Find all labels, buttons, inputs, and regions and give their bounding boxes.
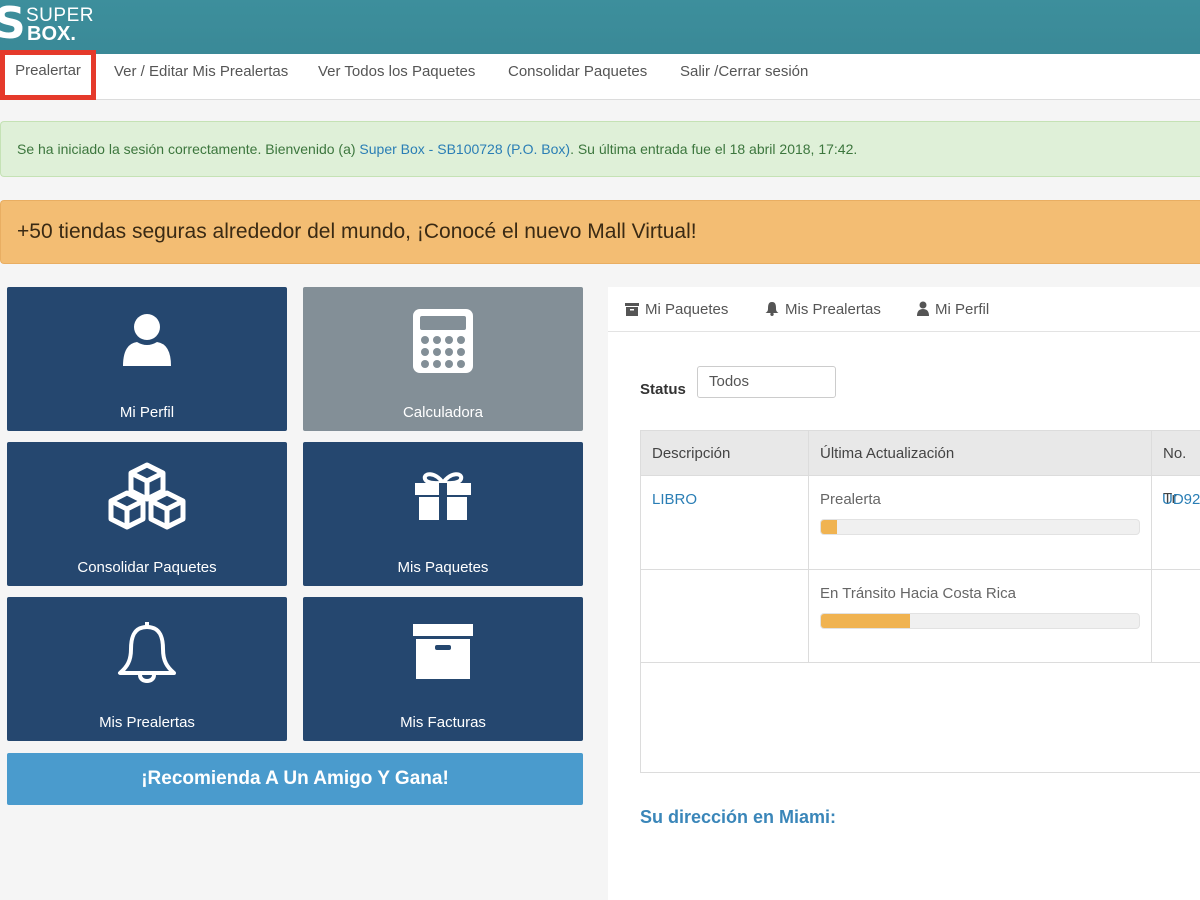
package-progress-bar: [820, 519, 1140, 535]
tile-mis-paquetes[interactable]: Mis Paquetes: [303, 442, 583, 586]
tile-mis-prealertas[interactable]: Mis Prealertas: [7, 597, 287, 741]
calculator-icon: [413, 309, 473, 373]
recomienda-amigo-button[interactable]: ¡Recomienda A Un Amigo Y Gana!: [7, 753, 583, 805]
nav-consolidar-paquetes[interactable]: Consolidar Paquetes: [508, 54, 647, 100]
tab-mis-prealertas[interactable]: Mis Prealertas: [765, 287, 881, 332]
tile-label: Mis Facturas: [400, 714, 486, 731]
tile-label: Mis Paquetes: [397, 559, 489, 576]
packages-panel: Mi Paquetes Mis Prealertas Mi Perfil Sta…: [608, 287, 1200, 900]
package-tracking-link[interactable]: UD92: [1162, 491, 1200, 508]
package-description-link[interactable]: LIBRO: [652, 491, 697, 508]
package-status-text: Prealerta: [820, 491, 881, 508]
tile-label: Calculadora: [402, 404, 484, 421]
logo-letter: S: [0, 0, 26, 49]
column-header-tracking: No. Tr: [1152, 431, 1200, 507]
tab-mi-paquetes[interactable]: Mi Paquetes: [625, 287, 728, 332]
user-icon: [917, 301, 929, 316]
progress-fill: [821, 614, 911, 628]
tab-mi-perfil[interactable]: Mi Perfil: [917, 287, 989, 332]
user-icon: [123, 314, 171, 366]
gift-icon: [415, 472, 471, 521]
alert-suffix: . Su última entrada fue el 18 abril 2018…: [570, 141, 858, 157]
main-nav: Prealertar Ver / Editar Mis Prealertas V…: [0, 50, 1200, 100]
tab-label: Mi Paquetes: [645, 301, 729, 318]
row-divider: [641, 662, 1200, 663]
column-header-descripcion: Descripción: [641, 431, 809, 476]
tile-calculadora[interactable]: Calculadora: [303, 287, 583, 431]
row-divider: [641, 569, 1200, 570]
miami-address-heading: Su dirección en Miami:: [640, 807, 837, 827]
top-bar: S SUPER BOX.: [0, 0, 1200, 54]
status-select[interactable]: Todos: [697, 366, 836, 398]
archive-icon: [625, 303, 639, 316]
bell-icon: [118, 622, 176, 683]
package-progress-bar: [820, 613, 1140, 629]
alert-user-link[interactable]: Super Box - SB100728 (P.O. Box): [359, 141, 570, 157]
login-success-alert: Se ha iniciado la sesión correctamente. …: [0, 121, 1200, 177]
tile-mis-facturas[interactable]: Mis Facturas: [303, 597, 583, 741]
tile-mi-perfil[interactable]: Mi Perfil: [7, 287, 287, 431]
packages-table: Descripción Última Actualización No. Tr …: [640, 430, 1200, 773]
tile-consolidar-paquetes[interactable]: Consolidar Paquetes: [7, 442, 287, 586]
panel-tabs: Mi Paquetes Mis Prealertas Mi Perfil: [608, 287, 1200, 332]
archive-icon: [413, 624, 473, 679]
tile-label: Mis Prealertas: [99, 714, 195, 731]
mall-virtual-banner[interactable]: +50 tiendas seguras alrededor del mundo,…: [0, 200, 1200, 264]
nav-ver-editar-prealertas[interactable]: Ver / Editar Mis Prealertas: [114, 54, 288, 100]
progress-fill: [821, 520, 837, 534]
cubes-icon: [108, 462, 186, 530]
column-divider: [808, 431, 809, 663]
package-status-text: En Tránsito Hacia Costa Rica: [820, 585, 1016, 602]
logo-box-text: BOX.: [27, 23, 76, 45]
column-header-ultima-actualizacion: Última Actualización: [809, 431, 1152, 476]
nav-salir[interactable]: Salir /Cerrar sesión: [680, 54, 808, 100]
nav-prealertar[interactable]: Prealertar: [0, 50, 96, 100]
column-divider: [1151, 431, 1152, 663]
tab-label: Mi Perfil: [935, 301, 990, 318]
alert-prefix: Se ha iniciado la sesión correctamente. …: [17, 141, 360, 157]
status-label: Status: [640, 381, 686, 398]
tile-label: Consolidar Paquetes: [77, 559, 217, 576]
bell-icon: [765, 302, 779, 316]
nav-ver-todos-paquetes[interactable]: Ver Todos los Paquetes: [318, 54, 475, 100]
superbox-logo[interactable]: S SUPER BOX.: [0, 0, 110, 48]
tab-label: Mis Prealertas: [785, 301, 881, 318]
tile-label: Mi Perfil: [119, 404, 175, 421]
